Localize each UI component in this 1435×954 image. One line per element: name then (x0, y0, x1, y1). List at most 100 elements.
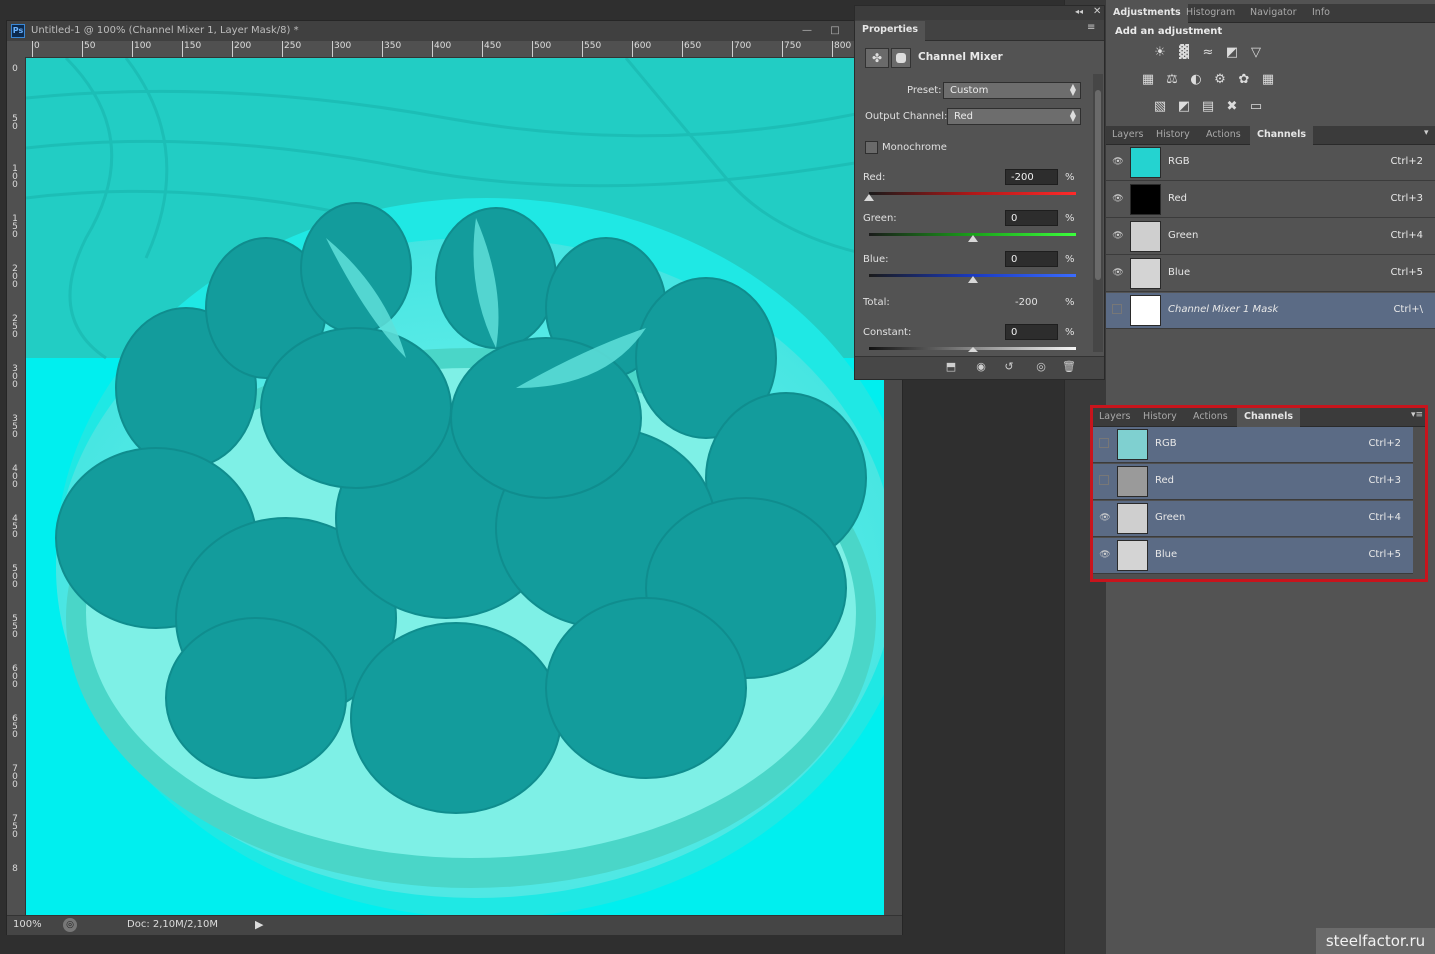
ruler-tick-label: 50 (84, 41, 96, 51)
visibility-icon[interactable]: ◎ (1033, 360, 1049, 374)
maximize-button[interactable]: □ (827, 24, 843, 38)
black-white-icon[interactable]: ◐ (1188, 72, 1204, 88)
eye-icon[interactable]: 👁 (1112, 157, 1124, 167)
ruler-tick-label: 650 (684, 41, 702, 51)
vertical-ruler[interactable]: 0 5 0 1 0 0 1 5 0 2 0 0 2 5 0 3 0 0 3 5 0 4 0 0 4… (7, 57, 26, 915)
red-slider-thumb[interactable] (864, 194, 874, 201)
tab-navigator[interactable]: Navigator (1244, 4, 1302, 24)
brightness-contrast-icon[interactable]: ☀ (1152, 45, 1168, 61)
exposure-icon[interactable]: ◩ (1224, 45, 1240, 61)
hue-saturation-icon[interactable]: ▦ (1140, 72, 1156, 88)
eye-icon[interactable]: 👁 (1099, 550, 1111, 560)
layer-mask-icon[interactable] (891, 48, 911, 68)
curves-icon[interactable]: ≈ (1200, 45, 1216, 61)
status-menu-arrow-icon[interactable]: ▶ (255, 918, 263, 931)
channel-name: RGB (1168, 156, 1190, 167)
red-value-field[interactable]: -200 (1005, 169, 1058, 185)
gradient-map-icon[interactable]: ▭ (1248, 99, 1264, 115)
panel-menu-icon[interactable]: ≡ (1087, 22, 1095, 33)
vibrance-icon[interactable]: ▽ (1248, 45, 1264, 61)
blue-value-field[interactable]: 0 (1005, 251, 1058, 267)
levels-icon[interactable]: ▓ (1176, 45, 1192, 61)
delete-icon[interactable]: 🗑 (1061, 360, 1077, 374)
threshold-icon[interactable]: ▤ (1200, 99, 1216, 115)
view-previous-icon[interactable]: ◉ (973, 360, 989, 374)
ruler-tick-label: 7 0 0 (12, 764, 18, 790)
visibility-checkbox[interactable] (1099, 438, 1109, 448)
eye-icon[interactable]: 👁 (1112, 231, 1124, 241)
channel-row-green[interactable]: 👁 Green Ctrl+4 (1093, 501, 1413, 537)
ruler-tick (482, 41, 483, 57)
canvas-image (26, 58, 884, 915)
tab-layers[interactable]: Layers (1106, 126, 1149, 146)
constant-value-field[interactable]: 0 (1005, 324, 1058, 340)
channel-row-rgb[interactable]: 👁 RGB Ctrl+2 (1106, 145, 1435, 181)
green-value-field[interactable]: 0 (1005, 210, 1058, 226)
color-lookup-icon[interactable]: ▦ (1260, 72, 1276, 88)
ruler-tick-label: 350 (384, 41, 402, 51)
channel-row-blue[interactable]: 👁 Blue Ctrl+5 (1106, 256, 1435, 292)
tab-channels[interactable]: Channels (1250, 126, 1314, 146)
channel-row-red[interactable]: 👁 Red Ctrl+3 (1106, 182, 1435, 218)
panel-menu-icon[interactable]: ▾≡ (1411, 410, 1423, 420)
properties-scrollbar[interactable] (1093, 74, 1103, 352)
monochrome-checkbox[interactable] (865, 141, 878, 154)
minimize-button[interactable]: — (799, 24, 815, 38)
channel-thumbnail (1130, 221, 1161, 252)
visibility-checkbox[interactable] (1112, 304, 1122, 314)
output-channel-select[interactable]: Red ▲ ▼ (947, 108, 1081, 125)
visibility-checkbox[interactable] (1099, 475, 1109, 485)
ruler-tick (282, 41, 283, 57)
tab-layers[interactable]: Layers (1093, 408, 1136, 428)
tab-adjustments[interactable]: Adjustments (1106, 4, 1188, 24)
channel-name: Blue (1155, 549, 1178, 560)
tab-history[interactable]: History (1150, 126, 1196, 146)
ruler-tick-label: 7 5 0 (12, 814, 18, 840)
posterize-icon[interactable]: ◩ (1176, 99, 1192, 115)
canvas[interactable] (26, 58, 884, 915)
channel-name: RGB (1155, 438, 1177, 449)
blue-slider-thumb[interactable] (968, 276, 978, 283)
document-window[interactable]: Ps Untitled-1 @ 100% (Channel Mixer 1, L… (6, 20, 903, 935)
invert-icon[interactable]: ▧ (1152, 99, 1168, 115)
tab-histogram[interactable]: Histogram (1180, 4, 1241, 24)
document-titlebar[interactable]: Ps Untitled-1 @ 100% (Channel Mixer 1, L… (7, 21, 902, 42)
ruler-tick (732, 41, 733, 57)
panel-menu-icon[interactable]: ▾ (1424, 128, 1429, 138)
channel-thumbnail (1117, 540, 1148, 571)
photo-filter-icon[interactable]: ⚙ (1212, 72, 1228, 88)
ruler-tick-label: 3 0 0 (12, 364, 18, 390)
constant-percent: % (1065, 327, 1075, 338)
channel-row-red[interactable]: Red Ctrl+3 (1093, 464, 1413, 500)
green-slider-thumb[interactable] (968, 235, 978, 242)
collapse-panel-button[interactable]: ◂◂ (1075, 7, 1083, 16)
tab-actions[interactable]: Actions (1187, 408, 1234, 428)
horizontal-ruler[interactable]: 0 50 100 150 200 250 300 350 400 450 500 550 600 650 7… (25, 41, 902, 58)
channel-row-rgb[interactable]: RGB Ctrl+2 (1093, 427, 1413, 463)
channel-mixer-adjust-icon[interactable]: ✿ (1236, 72, 1252, 88)
eye-icon[interactable]: 👁 (1112, 268, 1124, 278)
tab-actions[interactable]: Actions (1200, 126, 1247, 146)
tab-properties[interactable]: Properties (855, 21, 925, 41)
eye-icon[interactable]: 👁 (1112, 194, 1124, 204)
document-info-icon[interactable]: ◎ (63, 918, 77, 932)
color-balance-icon[interactable]: ⚖ (1164, 72, 1180, 88)
channel-row-blue[interactable]: 👁 Blue Ctrl+5 (1093, 538, 1413, 574)
zoom-field[interactable]: 100% (13, 919, 42, 930)
close-panel-button[interactable]: ✕ (1093, 6, 1101, 17)
constant-slider-thumb[interactable] (968, 347, 978, 352)
red-slider[interactable] (869, 192, 1076, 195)
channel-row-green[interactable]: 👁 Green Ctrl+4 (1106, 219, 1435, 255)
clip-to-layer-icon[interactable]: ⬒ (943, 360, 959, 374)
tab-info[interactable]: Info (1306, 4, 1336, 24)
channel-row-mask[interactable]: Channel Mixer 1 Mask Ctrl+\ (1106, 293, 1435, 329)
channel-shortcut: Ctrl+3 (1390, 193, 1423, 204)
tab-channels[interactable]: Channels (1237, 408, 1301, 428)
tab-history[interactable]: History (1137, 408, 1183, 428)
preset-select[interactable]: Custom ▲ ▼ (943, 82, 1081, 99)
dropdown-arrows-icon: ▲ ▼ (1069, 108, 1076, 123)
selective-color-icon[interactable]: ✖ (1224, 99, 1240, 115)
eye-icon[interactable]: 👁 (1099, 513, 1111, 523)
reset-icon[interactable]: ↺ (1001, 360, 1017, 374)
ruler-tick (582, 41, 583, 57)
